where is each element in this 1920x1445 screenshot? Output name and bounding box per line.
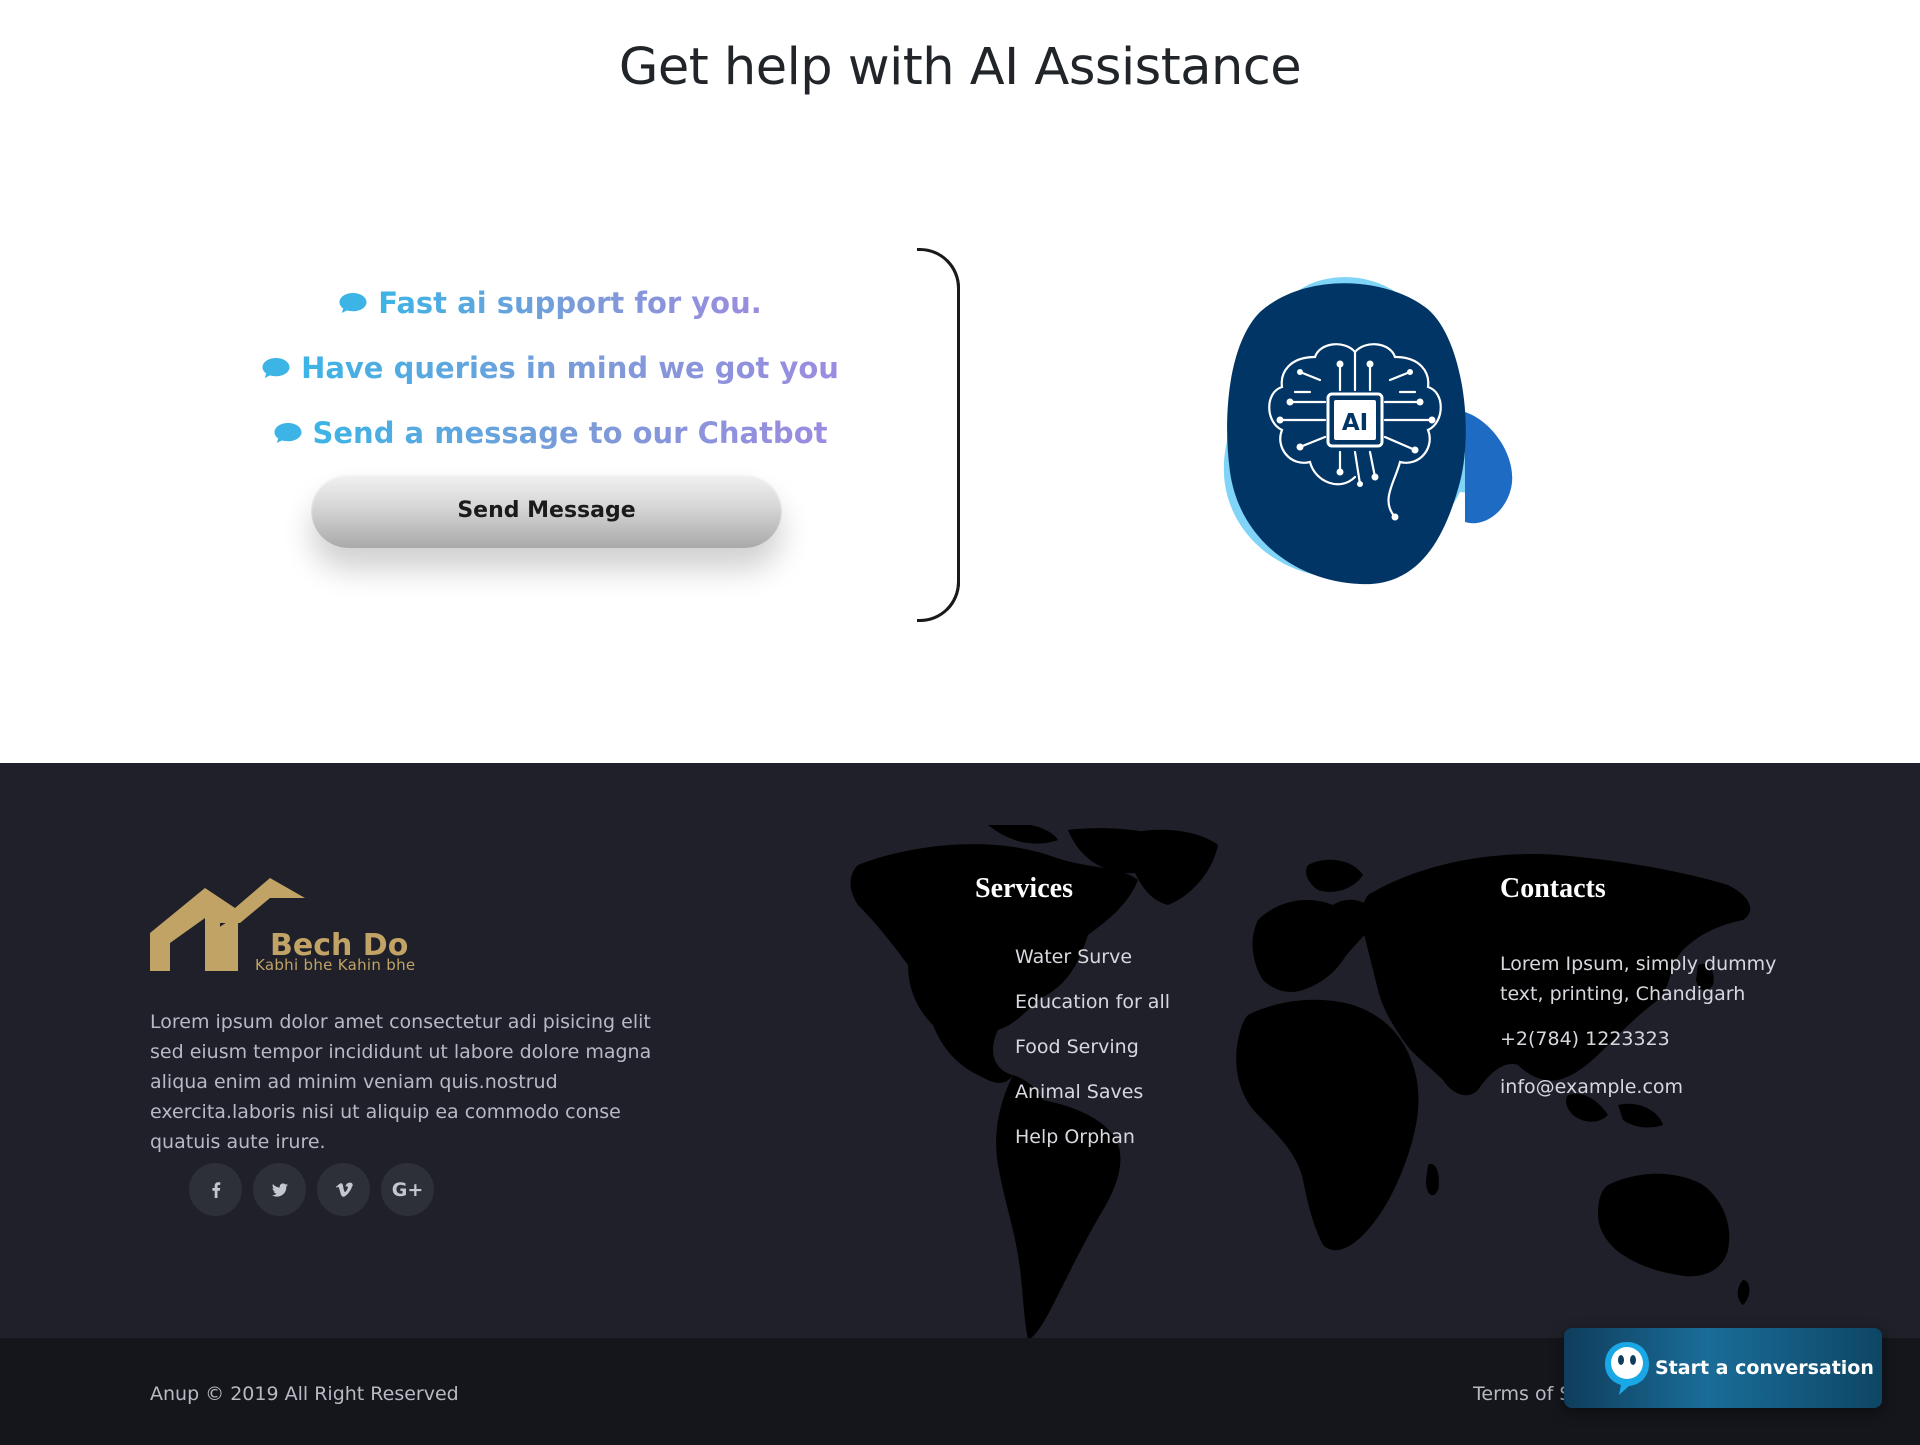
service-link[interactable]: Animal Saves [1015,1081,1170,1126]
chat-bubble-icon [339,292,367,313]
service-link[interactable]: Food Serving [1015,1036,1170,1081]
ai-brain-illustration: AI [1223,277,1513,585]
feature-item: Have queries in mind we got you [240,335,860,400]
brand-tagline: Kabhi bhe Kahin bhe [255,956,416,974]
chatbot-face-icon [1605,1342,1649,1395]
ai-assistance-section: Get help with AI Assistance Fast ai supp… [0,0,1920,763]
service-link[interactable]: Water Surve [1015,946,1170,991]
chat-bubble-icon [274,422,301,443]
google-plus-link[interactable]: G+ [381,1163,434,1216]
feature-item: Send a message to our Chatbot [240,400,860,465]
contact-info: Lorem Ipsum, simply dummy text, printing… [1500,949,1790,1098]
footer: Bech Do Kabhi bhe Kahin bhe Lorem ipsum … [0,763,1920,1338]
divider-bracket [917,248,960,622]
contact-phone[interactable]: +2(784) 1223323 [1500,1028,1790,1050]
vimeo-icon [335,1182,353,1197]
facebook-link[interactable] [189,1163,242,1216]
service-link[interactable]: Education for all [1015,991,1170,1036]
feature-item: Fast ai support for you. [240,270,860,335]
feature-text: Have queries in mind we got you [301,350,839,385]
send-message-button[interactable]: Send Message [311,473,782,548]
google-plus-icon: G+ [391,1178,424,1201]
facebook-icon [211,1181,220,1198]
ai-badge-text: AI [1342,410,1368,436]
start-conversation-label: Start a conversation [1655,1357,1874,1379]
about-text: Lorem ipsum dolor amet consectetur adi p… [150,1011,652,1153]
feature-text: Fast ai support for you. [378,285,762,320]
terms-link[interactable]: Terms of S [1473,1383,1571,1405]
vimeo-link[interactable] [317,1163,370,1216]
feature-list: Fast ai support for you. Have queries in… [240,270,860,465]
contact-address: Lorem Ipsum, simply dummy text, printing… [1500,953,1777,1005]
copyright-text: Anup © 2019 All Right Reserved [150,1383,459,1405]
services-heading: Services [975,873,1073,904]
service-link[interactable]: Help Orphan [1015,1126,1170,1171]
contact-email[interactable]: info@example.com [1500,1076,1790,1098]
social-links: G+ [189,1163,434,1216]
twitter-link[interactable] [253,1163,306,1216]
services-list: Water Surve Education for all Food Servi… [1015,946,1170,1171]
start-conversation-button[interactable]: Start a conversation [1564,1328,1882,1408]
chat-bubble-icon [262,357,290,378]
feature-text: Send a message to our Chatbot [312,415,828,450]
twitter-icon [271,1182,288,1197]
page-title: Get help with AI Assistance [618,38,1302,97]
contacts-heading: Contacts [1500,873,1606,904]
